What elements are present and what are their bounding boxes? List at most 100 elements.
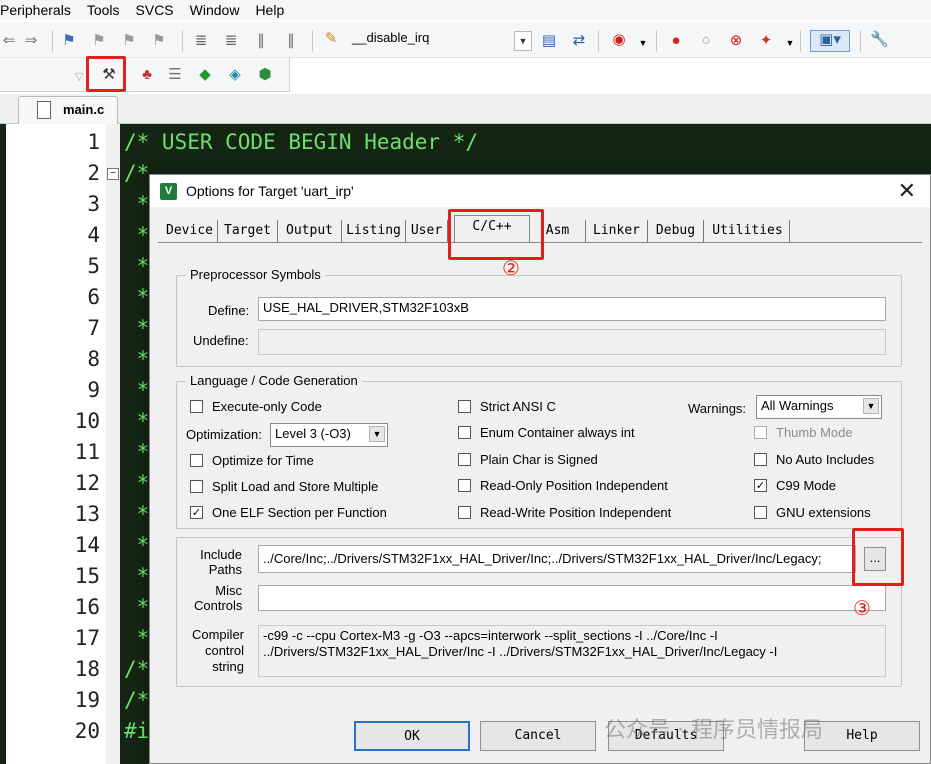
pack-installer-icon[interactable]: ◆ (196, 66, 214, 84)
code-line[interactable]: * (124, 254, 150, 278)
c99-mode-checkbox[interactable]: ✓ C99 Mode (754, 478, 836, 493)
tab-linker[interactable]: Linker (586, 220, 648, 242)
chevron-down-icon[interactable]: ▼ (781, 34, 799, 52)
cancel-button[interactable]: Cancel (480, 721, 596, 751)
code-line[interactable]: * (124, 440, 150, 464)
one-elf-checkbox[interactable]: ✓ One ELF Section per Function (190, 505, 387, 520)
unindent-icon[interactable]: ≣ (222, 32, 240, 50)
warnings-select[interactable]: All Warnings ▼ (756, 395, 882, 419)
optimization-select[interactable]: Level 3 (-O3) ▼ (270, 423, 388, 447)
include-paths-label: Include Paths (200, 547, 242, 577)
target-combo[interactable]: __disable_irq (352, 30, 532, 52)
code-line[interactable]: * (124, 285, 150, 309)
fold-gutter (106, 124, 120, 764)
compiler-string-textbox[interactable]: -c99 -c --cpu Cortex-M3 -g -O3 --apcs=in… (258, 625, 886, 677)
enum-container-label: Enum Container always int (480, 425, 635, 440)
code-line[interactable]: * (124, 378, 150, 402)
run-time-env-icon[interactable]: ⬢ (256, 66, 274, 84)
incremental-find-icon[interactable]: ⇄ (570, 32, 588, 50)
menu-tools[interactable]: Tools (79, 2, 128, 18)
forward-arrow-icon[interactable]: ⇒ (22, 32, 40, 50)
no-auto-includes-checkbox[interactable]: No Auto Includes (754, 452, 874, 467)
find-in-files-icon[interactable]: ✎ (322, 30, 340, 48)
chevron-down-icon[interactable]: ▼ (514, 31, 532, 51)
warnings-value: All Warnings (761, 398, 834, 413)
window-layout-icon[interactable]: ▣▾ (810, 30, 850, 52)
menu-peripherals[interactable]: Peripherals (0, 2, 79, 18)
select-packs-icon[interactable]: ◈ (226, 66, 244, 84)
prev-bookmark-icon[interactable]: ⚑ (90, 32, 108, 50)
tab-utilities[interactable]: Utilities (706, 220, 790, 242)
code-line[interactable]: * (124, 626, 150, 650)
stack-icon[interactable]: ☰ (166, 66, 184, 84)
indent-icon[interactable]: ≣ (192, 32, 210, 50)
misc-controls-label: Misc Controls (194, 583, 243, 613)
tab-target[interactable]: Target (218, 220, 278, 242)
execute-only-checkbox[interactable]: Execute-only Code (190, 399, 322, 414)
options-dialog: V Options for Target 'uart_irp' ✕ Device… (149, 174, 931, 764)
file-tab-main[interactable]: main.c (18, 96, 118, 124)
toolbar-separator (182, 30, 183, 52)
back-arrow-icon[interactable]: ⇐ (0, 32, 18, 50)
undefine-input[interactable] (258, 329, 886, 355)
strict-ansi-checkbox[interactable]: Strict ANSI C (458, 399, 556, 414)
manage-project-icon[interactable]: ♣ (138, 66, 156, 84)
next-bookmark-icon[interactable]: ⚑ (120, 32, 138, 50)
optimize-time-label: Optimize for Time (212, 453, 314, 468)
code-line[interactable]: /* (124, 657, 149, 681)
misc-controls-input[interactable] (258, 585, 886, 611)
disable-breakpoint-icon[interactable]: ○ (697, 32, 715, 50)
bookmark-icon[interactable]: ⚑ (60, 32, 78, 50)
menu-svcs[interactable]: SVCS (128, 2, 182, 18)
code-line[interactable]: /* USER CODE BEGIN Header */ (124, 130, 478, 154)
kill-breakpoints-icon[interactable]: ✦ (757, 32, 775, 50)
clear-breakpoints-icon[interactable]: ⊗ (727, 32, 745, 50)
configure-icon[interactable]: 🔧 (870, 31, 889, 49)
code-line[interactable]: * (124, 192, 150, 216)
tab-debug[interactable]: Debug (648, 220, 704, 242)
code-line[interactable]: /* (124, 688, 149, 712)
enum-container-checkbox[interactable]: Enum Container always int (458, 425, 635, 440)
code-line[interactable]: * (124, 564, 150, 588)
code-line[interactable]: * (124, 409, 150, 433)
tab-output[interactable]: Output (278, 220, 342, 242)
code-line[interactable]: * (124, 595, 150, 619)
gnu-extensions-checkbox[interactable]: GNU extensions (754, 505, 871, 520)
tab-listing[interactable]: Listing (342, 220, 406, 242)
find-icon[interactable]: ▤ (540, 32, 558, 50)
breakpoint-icon[interactable]: ● (667, 32, 685, 50)
code-line[interactable]: * (124, 502, 150, 526)
optimize-time-checkbox[interactable]: Optimize for Time (190, 453, 314, 468)
split-load-checkbox[interactable]: Split Load and Store Multiple (190, 479, 378, 494)
thumb-mode-checkbox[interactable]: Thumb Mode (754, 425, 853, 440)
code-line[interactable]: #i (124, 719, 149, 743)
rw-pi-checkbox[interactable]: Read-Write Position Independent (458, 505, 671, 520)
fold-minus-icon[interactable]: − (107, 168, 119, 180)
ro-pi-checkbox[interactable]: Read-Only Position Independent (458, 478, 668, 493)
line-number: 6 (87, 285, 100, 309)
menu-help[interactable]: Help (247, 2, 292, 18)
clear-bookmarks-icon[interactable]: ⚑ (150, 32, 168, 50)
chevron-down-icon[interactable]: ▼ (634, 34, 652, 52)
code-line[interactable]: * (124, 347, 150, 371)
plain-char-checkbox[interactable]: Plain Char is Signed (458, 452, 598, 467)
line-number: 14 (74, 533, 100, 557)
code-line[interactable]: * (124, 316, 150, 340)
code-line[interactable]: * (124, 223, 150, 247)
code-line[interactable]: /* (124, 161, 149, 185)
tab-user[interactable]: User (406, 220, 448, 242)
comment-icon[interactable]: ∥ (252, 32, 270, 50)
watermark: 公众号 · 程序员情报局 (604, 718, 823, 743)
close-icon[interactable]: ✕ (898, 178, 916, 204)
define-input[interactable]: USE_HAL_DRIVER,STM32F103xB (258, 297, 886, 321)
debug-session-icon[interactable]: ◉ (610, 31, 628, 49)
toolbar-separator (52, 30, 53, 52)
code-line[interactable]: * (124, 471, 150, 495)
toolbar-separator (860, 30, 861, 52)
code-line[interactable]: * (124, 533, 150, 557)
uncomment-icon[interactable]: ∥ (282, 32, 300, 50)
menu-window[interactable]: Window (182, 2, 248, 18)
ok-button[interactable]: OK (354, 721, 470, 751)
include-paths-input[interactable]: ../Core/Inc;../Drivers/STM32F1xx_HAL_Dri… (258, 545, 856, 573)
tab-device[interactable]: Device (162, 220, 218, 242)
